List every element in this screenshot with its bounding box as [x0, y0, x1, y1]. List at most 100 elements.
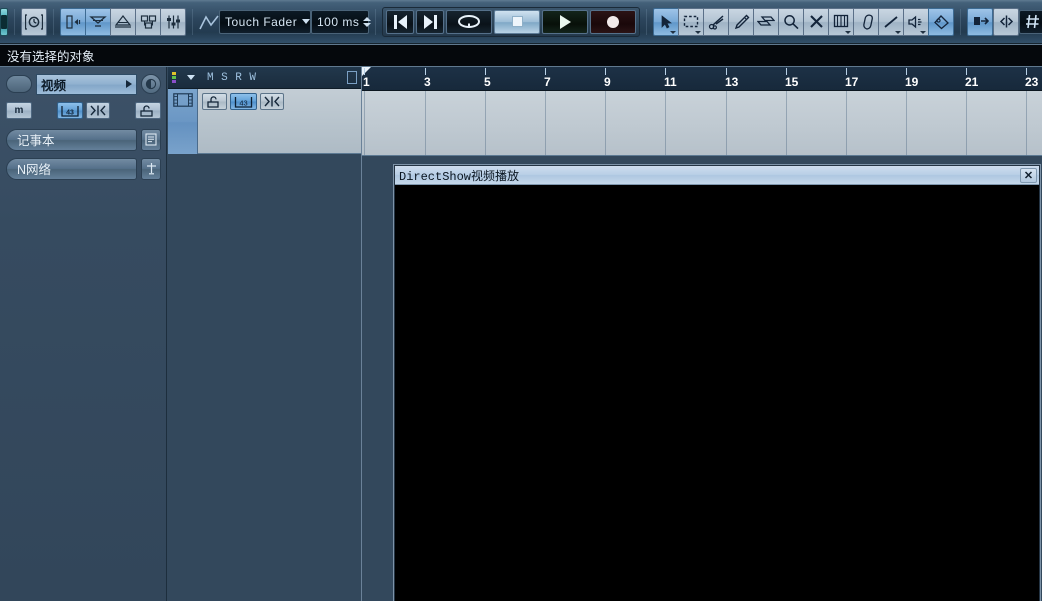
column-header-s: S [221, 71, 229, 84]
stepper-arrows-icon[interactable] [363, 16, 372, 27]
close-icon[interactable]: ✕ [1020, 167, 1037, 183]
grid-type-dropdown[interactable] [1019, 9, 1042, 34]
snap-on-off-button[interactable] [967, 7, 993, 36]
x-cross-icon [809, 15, 823, 28]
chevron-down-icon[interactable] [845, 30, 851, 34]
stop-button[interactable] [494, 9, 540, 34]
tool-button-group [653, 7, 954, 36]
main-toolbar: Touch Fader 100 ms [0, 0, 1042, 44]
track-row[interactable]: 43 [168, 89, 361, 154]
draw-tool[interactable] [853, 7, 879, 36]
dashed-rectangle-icon [683, 15, 699, 27]
inspector-snap-button[interactable] [86, 102, 110, 119]
inspector-section-notepad[interactable]: 记事本 [6, 128, 161, 151]
track-control-column-headers: M S R W [207, 72, 256, 84]
track-color-swatch[interactable] [6, 75, 32, 93]
arrow-cursor-icon [661, 14, 672, 28]
track-monitor-button[interactable]: 43 [230, 93, 257, 110]
ruler-tick: 23 [1025, 75, 1039, 89]
show-time-display-button[interactable] [21, 7, 47, 36]
skip-forward-icon [423, 14, 437, 29]
video-playback-surface[interactable] [395, 185, 1039, 601]
line-tool[interactable] [878, 7, 904, 36]
notepad-icon [145, 133, 157, 146]
inspector-mute-label: m [14, 105, 24, 116]
show-overview-button[interactable] [110, 7, 136, 36]
play-button[interactable] [542, 9, 588, 34]
inspector-track-name[interactable]: 视频 [36, 73, 137, 95]
toolbar-divider [14, 8, 15, 35]
glue-tool[interactable] [728, 7, 754, 36]
open-mixer-button[interactable] [135, 7, 161, 36]
inspector-track-name-label: 视频 [41, 78, 67, 93]
inspector-folder-button[interactable] [135, 102, 161, 119]
svg-text:43: 43 [66, 109, 74, 116]
show-event-infoline-button[interactable] [85, 7, 111, 36]
cycle-button[interactable] [446, 9, 492, 34]
range-selection-tool[interactable] [678, 7, 704, 36]
directshow-video-window[interactable]: DirectShow视频播放 ✕ [394, 165, 1040, 601]
video-window-titlebar[interactable]: DirectShow视频播放 ✕ [395, 166, 1039, 185]
time-warp-tool[interactable] [828, 7, 854, 36]
inspector-edit-channel-button[interactable] [141, 74, 161, 94]
magnifier-icon [784, 14, 799, 29]
auto-scroll-icon [999, 15, 1013, 28]
zoom-tool[interactable] [778, 7, 804, 36]
track-list-settings[interactable] [347, 71, 357, 84]
overview-icon [114, 14, 132, 28]
split-tool[interactable] [703, 7, 729, 36]
object-selection-tool[interactable] [653, 7, 679, 36]
automation-curve-icon-wrap [199, 13, 219, 31]
column-header-m: M [207, 71, 215, 84]
chevron-down-icon [302, 19, 311, 24]
ruler-tick: 19 [905, 75, 919, 89]
chevron-right-icon [126, 80, 132, 88]
track-lock-button[interactable] [202, 93, 227, 110]
track-event-lane[interactable] [362, 91, 1042, 156]
record-button[interactable] [590, 9, 636, 34]
power-indicator-icon [1, 14, 7, 29]
transport-panel [382, 6, 640, 37]
mixer-icon [140, 14, 156, 29]
inspector-monitor-button[interactable]: 43 [57, 102, 83, 119]
track-type-icon-cell [168, 89, 198, 154]
ruler-tick: 15 [785, 75, 799, 89]
ruler-tick: 1 [363, 75, 370, 89]
constrain-delay-compensation-button[interactable] [0, 7, 8, 36]
track-snap-button[interactable] [260, 93, 284, 110]
color-tool[interactable] [928, 7, 954, 36]
erase-tool[interactable] [753, 7, 779, 36]
chevron-down-icon[interactable] [670, 30, 676, 34]
chevron-down-icon[interactable] [920, 30, 926, 34]
chevron-down-icon[interactable] [895, 30, 901, 34]
go-to-previous-marker-button[interactable] [386, 9, 414, 34]
automation-mode-dropdown[interactable]: Touch Fader [219, 9, 311, 34]
snap-icon [90, 105, 106, 116]
automation-return-time-field[interactable]: 100 ms [311, 9, 372, 34]
open-channel-settings-button[interactable] [160, 7, 186, 36]
grid-icon [1025, 14, 1041, 29]
show-inspector-button[interactable] [60, 7, 86, 36]
track-list-panel: M S R W 43 [168, 67, 361, 601]
inspector-section-network[interactable]: N网络 [6, 157, 161, 180]
mute-tool[interactable] [803, 7, 829, 36]
toolbar-divider [646, 8, 647, 35]
ruler-tick: 7 [544, 75, 551, 89]
automation-mode-value: Touch Fader [225, 14, 298, 29]
go-to-next-marker-button[interactable] [416, 9, 444, 34]
paint-bucket-icon [933, 14, 949, 29]
snap-icon [264, 96, 280, 107]
ruler-tick: 13 [725, 75, 739, 89]
chevron-down-icon[interactable] [695, 30, 701, 34]
play-tool[interactable] [903, 7, 929, 36]
inspector-mute-button[interactable]: m [6, 102, 32, 119]
phase-icon [145, 78, 157, 90]
network-icon-button[interactable] [141, 157, 161, 180]
timeline-ruler[interactable]: 1 3 5 7 9 11 13 15 17 19 21 23 [362, 67, 1042, 91]
column-header-r: R [235, 71, 243, 84]
notepad-icon-button[interactable] [141, 128, 161, 151]
chevron-down-icon[interactable] [187, 75, 195, 80]
auto-scroll-button[interactable] [993, 7, 1019, 36]
eraser-icon [757, 16, 775, 26]
glue-tube-icon [734, 14, 749, 29]
